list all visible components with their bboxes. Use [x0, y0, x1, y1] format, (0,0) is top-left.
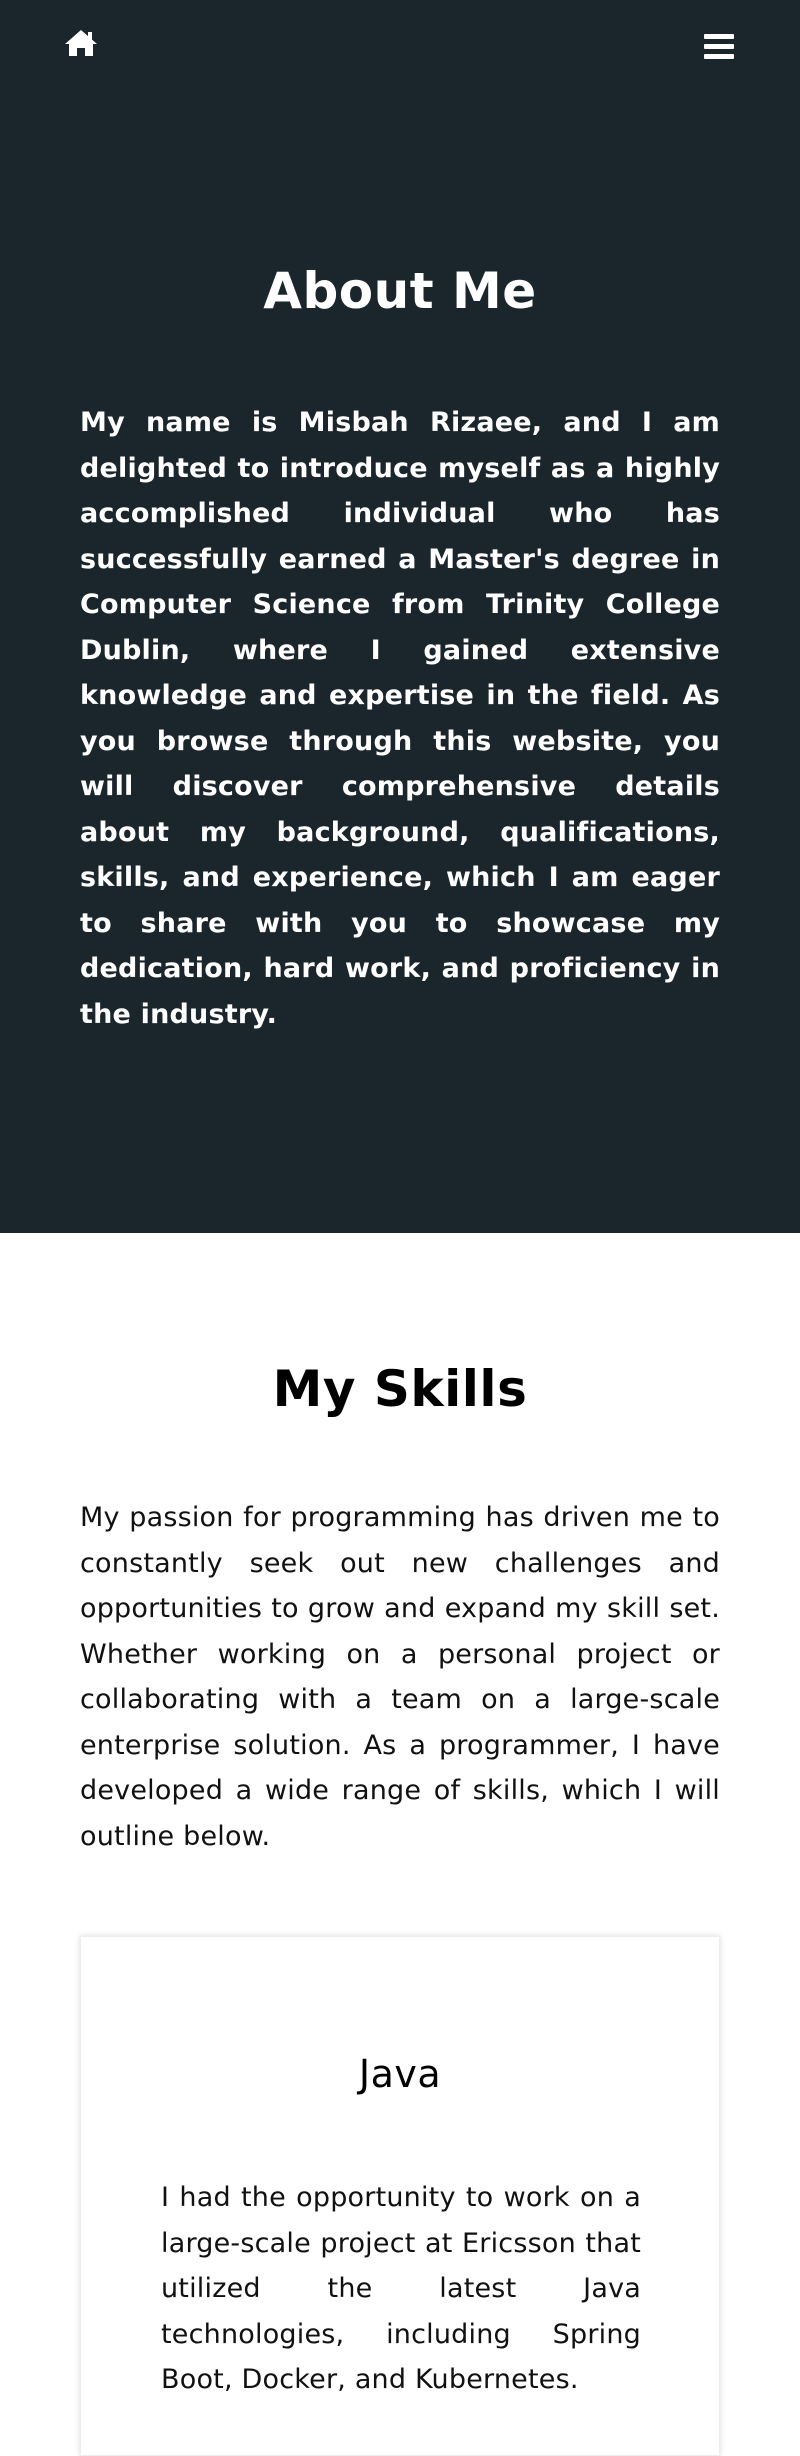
- skill-card-text: I had the opportunity to work on a large…: [161, 2182, 641, 2395]
- about-title: About Me: [263, 262, 537, 320]
- hamburger-menu-icon[interactable]: [704, 34, 734, 60]
- skill-card-java: Java I had the opportunity to work on a …: [80, 1936, 720, 2456]
- skills-intro: My passion for programming has driven me…: [80, 1502, 720, 1852]
- about-text: My name is Misbah Rizaee, and I am delig…: [80, 407, 720, 1030]
- skills-title: My Skills: [272, 1360, 528, 1418]
- navbar: [0, 0, 800, 92]
- skill-card-title: Java: [358, 2052, 442, 2096]
- about-section: About Me My name is Misbah Rizaee, and I…: [0, 0, 800, 1233]
- home-icon[interactable]: [64, 28, 98, 58]
